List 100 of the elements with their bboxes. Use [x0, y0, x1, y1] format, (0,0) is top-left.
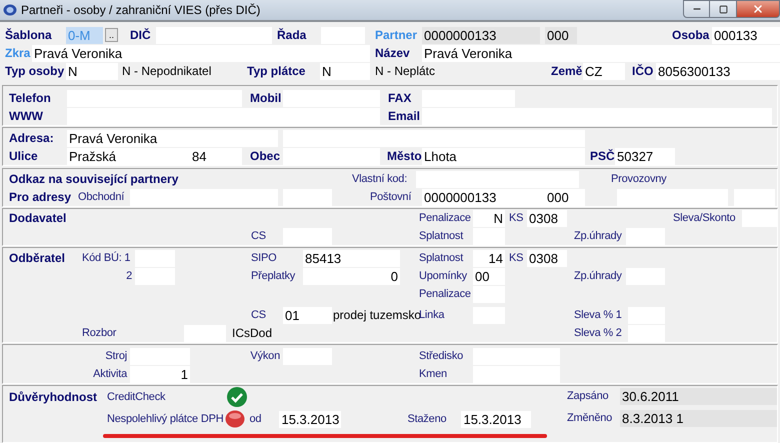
field-label: Rozbor — [82, 326, 118, 340]
input-field[interactable]: 0308 — [527, 250, 567, 266]
field-label: Kmen — [419, 366, 448, 382]
field-label: Odběratel — [9, 250, 66, 266]
field-label: od — [249, 412, 262, 426]
field-label: Mobil — [250, 90, 282, 106]
input-field[interactable]: 0000000133 — [422, 188, 545, 206]
input-field[interactable]: Pravá Veronika — [422, 44, 780, 62]
input-field[interactable]: 0 — [303, 268, 400, 284]
field-label: Kód BÚ: 1 — [82, 250, 132, 266]
field-label: CS — [251, 308, 267, 322]
field-label: Ulice — [9, 148, 39, 164]
field-label: Obchodní — [78, 190, 126, 204]
field-label: Sleva % 1 — [574, 308, 623, 322]
field-label: Středisko — [419, 348, 464, 364]
input-field[interactable]: Pravá Veronika — [32, 44, 370, 62]
input-field[interactable]: Pravá Veronika — [67, 130, 278, 146]
field-label: Poštovní — [370, 190, 412, 204]
input-field[interactable]: 50327 — [615, 148, 675, 164]
field-label: Přeplatky — [251, 268, 296, 284]
field-label: Zp.úhrady — [574, 228, 623, 244]
type-description: prodej tuzemsko — [333, 306, 419, 324]
app-icon — [3, 4, 17, 16]
field-label: Splatnost — [419, 250, 464, 266]
input-field[interactable]: 1 — [130, 366, 190, 382]
input-field[interactable] — [283, 130, 585, 146]
field-label: Penalizace — [419, 286, 472, 302]
type-description: ICsDod — [232, 324, 274, 342]
field-label: Telefon — [9, 90, 52, 106]
input-field[interactable]: 000133 — [712, 26, 780, 44]
input-field[interactable]: 85413 — [303, 250, 400, 266]
type-description: N - Neplátc — [375, 62, 436, 80]
window-title: Partneři - osoby / zahraniční VIES (přes DIČ) — [21, 2, 260, 19]
field-label: Dodavatel — [9, 210, 68, 226]
field-label: Sleva/Skonto — [673, 210, 736, 226]
field-label: Šablona — [5, 26, 53, 44]
browse-button[interactable]: .. — [105, 28, 118, 42]
field-label: Typ plátce — [247, 62, 306, 80]
input-field[interactable]: Pražská — [67, 148, 190, 164]
input-field[interactable]: 0308 — [527, 210, 567, 226]
field-label: Sleva % 2 — [574, 326, 623, 340]
field-label: Zapsáno — [567, 388, 610, 404]
field-label: Název — [375, 44, 411, 62]
field-label: Důvěryhodnost — [9, 388, 98, 406]
input-field[interactable] — [416, 170, 579, 188]
input-field[interactable]: CZ — [583, 62, 625, 80]
type-description: N - Nepodnikatel — [122, 62, 212, 80]
field-label: 2 — [125, 268, 133, 284]
field-label: Aktivita — [92, 366, 128, 382]
field-label: SIPO — [251, 250, 278, 266]
field-label: PSČ — [590, 148, 615, 164]
field-label: Linka — [419, 308, 446, 322]
input-field[interactable]: 30.6.2011 — [620, 388, 777, 404]
field-label: Penalizace — [419, 210, 472, 226]
input-field[interactable]: 0000000133 — [422, 26, 540, 44]
input-field[interactable]: 84 — [190, 148, 242, 164]
close-button[interactable] — [736, 0, 780, 18]
field-label: Splatnost — [419, 228, 464, 244]
field-label: CreditCheck — [107, 390, 166, 404]
input-field[interactable]: N — [66, 62, 118, 80]
field-label: Provozovny — [611, 172, 666, 186]
input-field[interactable] — [742, 210, 777, 226]
field-label: Město — [387, 148, 422, 164]
field-label: Zp.úhrady — [574, 268, 623, 284]
field-label: IČO — [632, 62, 654, 80]
minimize-button[interactable] — [683, 0, 710, 18]
field-label: Vlastní kod: — [352, 172, 408, 186]
field-label: Zkra — [5, 44, 32, 62]
field-label: Pro adresy — [9, 188, 72, 206]
input-field[interactable]: N — [320, 62, 370, 80]
close-icon — [752, 3, 764, 15]
field-label: Partner — [375, 26, 418, 44]
input-field[interactable]: 14 — [473, 250, 505, 266]
field-label: KS — [509, 210, 524, 226]
input-field[interactable]: 15.3.2013 — [461, 410, 532, 428]
maximize-button[interactable] — [710, 0, 736, 18]
input-field[interactable]: 00 — [473, 268, 505, 284]
input-field[interactable] — [135, 250, 175, 266]
input-field[interactable]: 01 — [283, 306, 332, 324]
field-label: CS — [251, 228, 267, 244]
field-label: Země — [551, 62, 583, 80]
input-field[interactable]: Lhota — [422, 148, 585, 164]
field-label: Řada — [277, 26, 308, 44]
field-label: FAX — [388, 90, 412, 106]
field-label: Stroj — [104, 348, 128, 364]
input-field[interactable]: 000 — [545, 26, 577, 44]
field-label: Staženo — [407, 412, 448, 426]
field-label: Adresa: — [9, 130, 55, 146]
input-field[interactable]: 000 — [545, 188, 585, 206]
input-field[interactable]: 15.3.2013 — [279, 410, 342, 428]
field-label: DIČ — [130, 26, 152, 44]
maximize-icon — [718, 4, 728, 14]
field-label: WWW — [9, 108, 44, 124]
field-label: Upomínky — [419, 268, 468, 284]
input-field[interactable]: N — [473, 210, 505, 226]
field-label: Odkaz na související partnery — [9, 170, 180, 188]
input-field[interactable]: 8056300133 — [656, 62, 780, 80]
field-label: Email — [388, 108, 422, 124]
field-label: Nespolehlivý plátce DPH — [107, 412, 224, 426]
input-field[interactable]: 8.3.2013 1 — [620, 410, 777, 426]
